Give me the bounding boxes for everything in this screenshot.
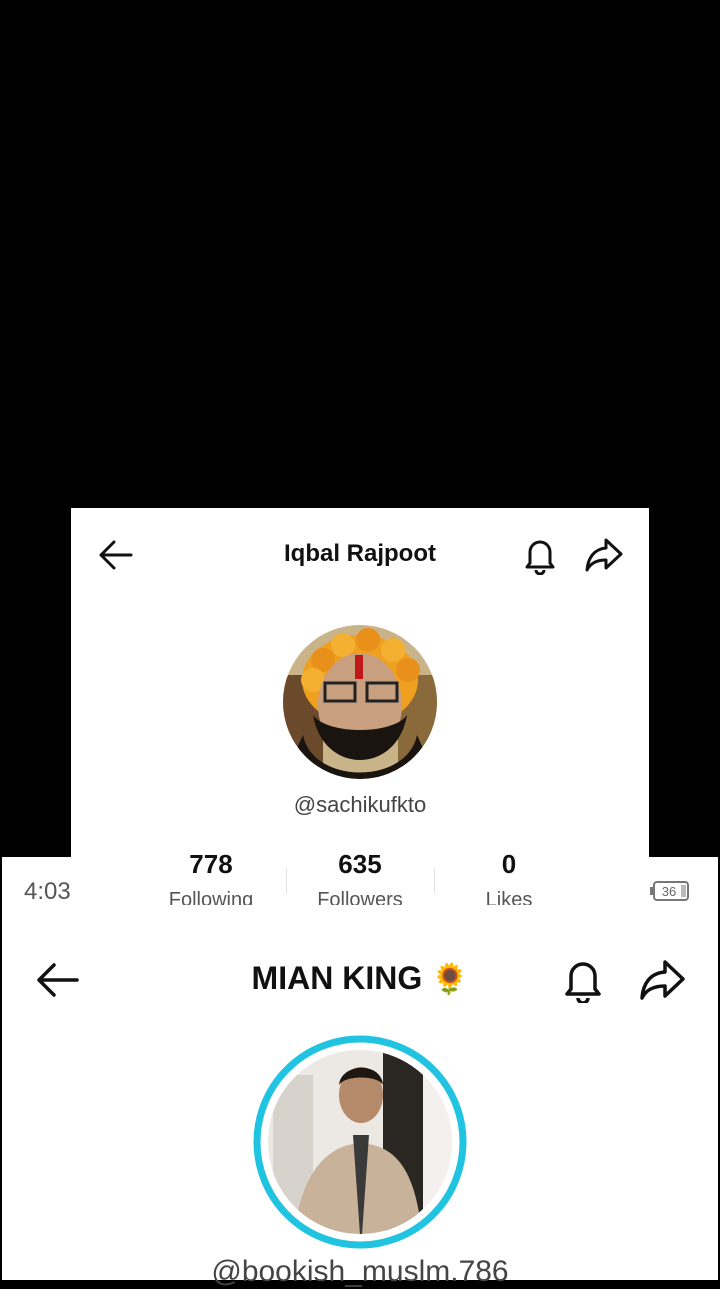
stat-value: 778 bbox=[189, 857, 233, 879]
share-icon[interactable] bbox=[584, 536, 624, 574]
battery-level: 36 bbox=[662, 884, 676, 899]
avatar[interactable] bbox=[253, 1035, 467, 1249]
username: @bookish_muslm.786 bbox=[211, 1255, 509, 1288]
battery-icon: 36 bbox=[650, 881, 689, 901]
status-time: 4:03 bbox=[24, 878, 71, 905]
divider bbox=[434, 868, 435, 894]
avatar[interactable] bbox=[283, 625, 437, 779]
stat-label: Following bbox=[168, 889, 254, 905]
stat-following[interactable]: 778 Following bbox=[141, 857, 281, 905]
share-icon[interactable] bbox=[638, 958, 686, 1002]
stat-followers[interactable]: 635 Followers bbox=[290, 857, 430, 905]
username: @sachikufkto bbox=[293, 792, 427, 817]
stat-label: Likes bbox=[485, 889, 533, 905]
profile-name: MIAN KING 🌻 bbox=[0, 960, 720, 997]
bell-icon[interactable] bbox=[562, 957, 604, 1003]
bell-icon[interactable] bbox=[522, 535, 558, 575]
divider bbox=[286, 868, 287, 894]
stat-likes[interactable]: 0 Likes bbox=[439, 857, 579, 905]
stat-value: 635 bbox=[338, 857, 382, 879]
profile-name-text: MIAN KING bbox=[251, 960, 423, 996]
stat-value: 0 bbox=[501, 857, 517, 879]
stat-label: Followers bbox=[317, 889, 403, 905]
sunflower-icon: 🌻 bbox=[431, 963, 469, 996]
stats-overlap: 778 Following 635 Followers 0 Likes bbox=[71, 857, 649, 905]
